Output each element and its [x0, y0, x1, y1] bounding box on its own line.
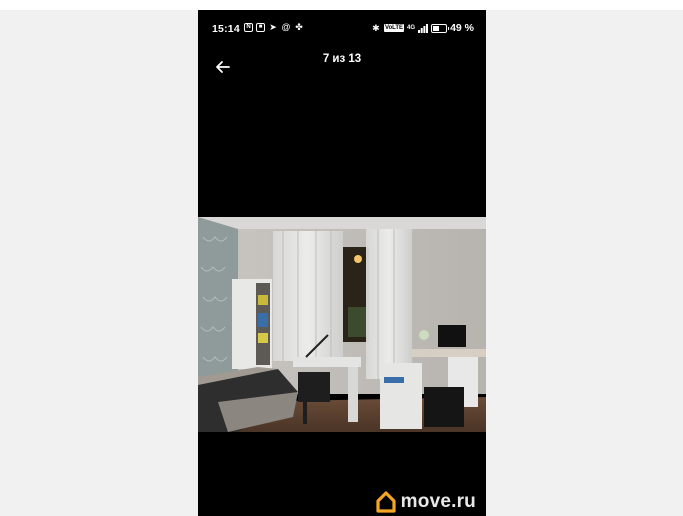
telegram-icon: ➤: [269, 22, 277, 32]
watermark: move.ru: [376, 491, 476, 513]
status-right-icons: ✱ VoLTE 4G 49 %: [371, 22, 474, 34]
battery-percent: 49 %: [450, 22, 474, 34]
at-icon: @: [281, 22, 291, 32]
top-strip: [0, 0, 683, 10]
network-type: 4G: [407, 25, 416, 31]
status-left-icons: N ■ ➤ @ ✤: [244, 22, 304, 32]
house-logo-icon: [376, 491, 396, 513]
bluetooth-icon: ✱: [372, 23, 380, 33]
phone-screen: 15:14 N ■ ➤ @ ✤ ✱ VoLTE 4G 49 % 7 из 13 …: [198, 10, 486, 516]
status-time: 15:14: [212, 23, 240, 35]
status-bar: 15:14 N ■ ➤ @ ✤ ✱ VoLTE 4G 49 %: [198, 10, 486, 48]
page-counter: 7 из 13: [322, 53, 362, 65]
room-photo-graphic: [198, 217, 486, 432]
signal-icon: [418, 23, 429, 33]
notification-icon: ■: [256, 22, 265, 32]
battery-icon: [431, 23, 450, 33]
clover-icon: ✤: [295, 22, 303, 32]
room-photo[interactable]: [198, 217, 486, 432]
nfc-icon: N: [244, 22, 253, 32]
volte-badge: VoLTE: [383, 24, 405, 32]
battery-fill: [433, 25, 439, 31]
watermark-text: move.ru: [400, 491, 476, 512]
